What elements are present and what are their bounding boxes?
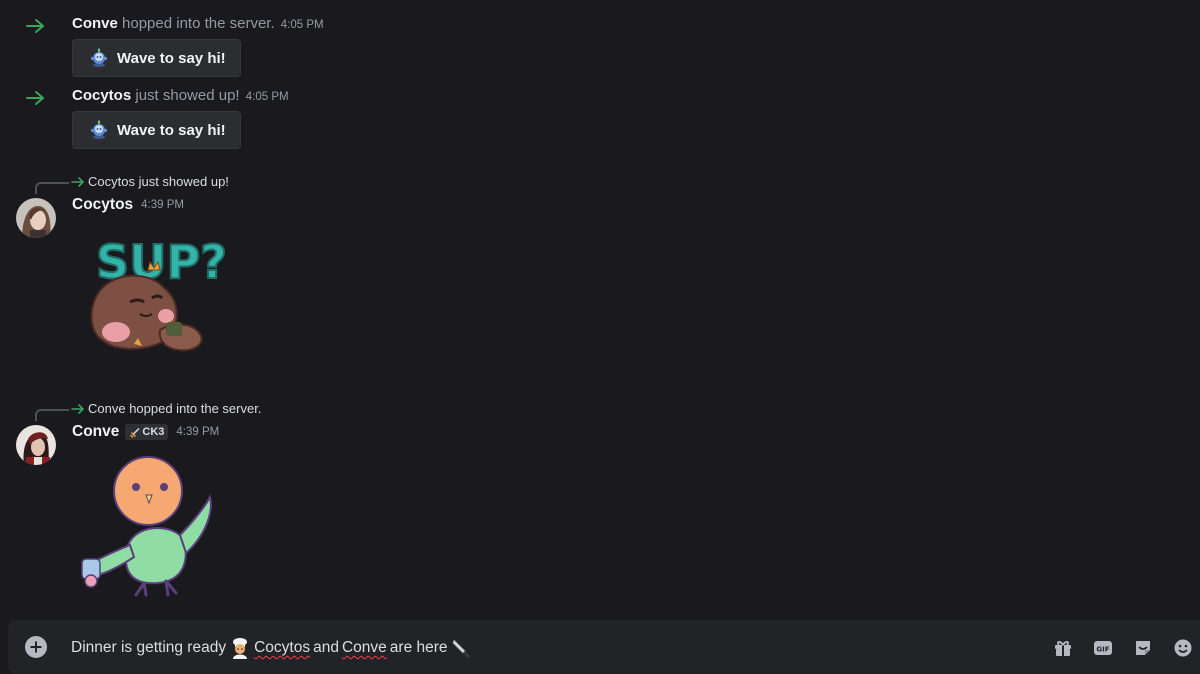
sticker-sup[interactable]: SUP? [82,230,232,380]
server-tag-label: CK3 [142,426,165,438]
reply-arrow-icon [71,403,85,414]
timestamp: 4:05 PM [280,19,324,31]
reply-preview[interactable]: Cocytos just showed up! [71,174,229,189]
join-text: just showed up! [135,87,240,104]
reply-preview[interactable]: Conve hopped into the server. [71,401,261,416]
sword-tag-icon [130,427,140,438]
reply-spine [35,409,69,421]
chef-emoji [233,638,248,659]
timestamp: 4:05 PM [245,91,289,103]
join-arrow-icon [26,19,45,33]
avatar[interactable] [16,198,56,238]
sticker-icon[interactable] [1131,636,1155,660]
join-arrow-icon [26,91,45,105]
reply-arrow-icon [71,176,85,187]
composer-tools: GIF [1051,636,1195,660]
join-text: hopped into the server. [122,15,275,32]
composer-text-part: and [313,639,339,656]
reply-text: Conve hopped into the server. [88,401,262,416]
emoji-icon[interactable] [1171,636,1195,660]
composer-name: Cocytos [254,639,311,656]
wave-sticker-icon [91,120,107,139]
composer-text-part: Dinner is getting ready [71,639,227,656]
wave-label: Wave to say hi! [117,121,226,139]
message-header: Cocytos 4:39 PM [72,196,184,214]
server-tag[interactable]: CK3 [125,424,169,440]
add-icon[interactable] [25,636,47,658]
message-header: Conve CK3 4:39 PM [72,423,219,441]
sticker-bird[interactable] [78,455,228,605]
gif-icon[interactable]: GIF [1091,636,1115,660]
message-input[interactable]: Dinner is getting ready Cocytos and Conv… [71,637,473,659]
username[interactable]: Conve [72,423,119,441]
timestamp: 4:39 PM [141,199,184,211]
composer-text-part: are here [389,639,448,656]
join-line: Conve hopped into the server. 4:05 PM [72,15,324,32]
reply-text: Cocytos just showed up! [88,174,229,189]
wave-button[interactable]: Wave to say hi! [72,39,241,77]
chat-window: Conve hopped into the server. 4:05 PM Wa… [0,0,1200,674]
timestamp: 4:39 PM [176,426,220,438]
wave-label: Wave to say hi! [117,49,226,67]
wave-sticker-icon [91,48,107,67]
composer-name: Conve [341,639,387,656]
wave-button[interactable]: Wave to say hi! [72,111,241,149]
avatar[interactable] [16,425,56,465]
join-line: Cocytos just showed up! 4:05 PM [72,87,289,104]
svg-text:GIF: GIF [1096,646,1109,654]
knife-emoji [452,639,470,658]
username[interactable]: Cocytos [72,196,133,214]
reply-spine [35,182,69,194]
message-composer[interactable]: Dinner is getting ready Cocytos and Conv… [8,620,1200,674]
username[interactable]: Cocytos [72,87,131,104]
gift-icon[interactable] [1051,636,1075,660]
username[interactable]: Conve [72,15,118,32]
